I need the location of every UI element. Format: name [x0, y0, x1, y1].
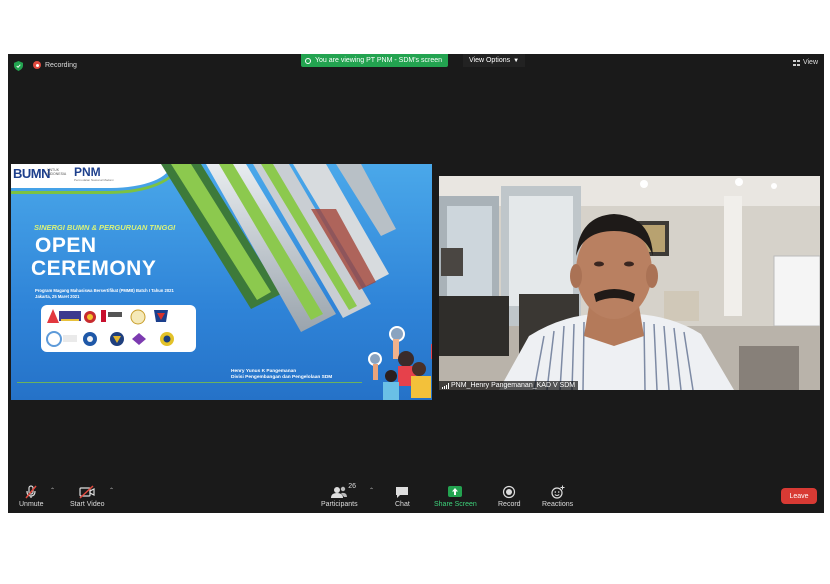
shared-screen-slide: BUMN UNTUK INDONESIA PNM Permodalan Nasi…	[11, 164, 432, 400]
record-dot-icon	[33, 61, 41, 69]
record-label: Record	[498, 501, 521, 508]
people-illustration	[368, 326, 432, 400]
unmute-button[interactable]: Unmute	[19, 485, 44, 508]
participant-name-label: PNM_Henry Pangemanan_KAD V SDM	[439, 381, 579, 390]
participant-person	[499, 214, 734, 390]
participant-video-tile[interactable]: PNM_Henry Pangemanan_KAD V SDM	[439, 176, 820, 390]
leave-label: Leave	[789, 492, 809, 500]
leave-button[interactable]: Leave	[781, 488, 817, 504]
meeting-toolbar: Unmute ⌃ Start Video ⌃ 26 Participants ⌃…	[8, 482, 824, 513]
muted-microphone-icon	[25, 485, 37, 499]
pnm-logo: PNM	[74, 165, 101, 179]
encryption-shield-icon[interactable]	[14, 61, 23, 71]
share-screen-label: Share Screen	[434, 501, 477, 508]
screen-share-icon	[305, 57, 311, 64]
participants-button[interactable]: 26 Participants	[321, 483, 358, 508]
recording-indicator[interactable]: Recording	[33, 61, 77, 69]
view-options-button[interactable]: View Options ▼	[463, 54, 526, 67]
zoom-meeting-window: Recording You are viewing PT PNM - SDM's…	[8, 54, 824, 513]
participants-label: Participants	[321, 501, 358, 508]
video-off-icon	[79, 485, 95, 499]
recording-label: Recording	[45, 61, 77, 69]
share-screen-button[interactable]: Share Screen	[434, 485, 477, 508]
participants-icon	[331, 486, 348, 498]
university-logos-panel	[41, 305, 196, 352]
reactions-button[interactable]: Reactions	[542, 485, 573, 508]
slide-title-line2: CEREMONY	[31, 257, 157, 280]
chat-icon	[396, 487, 409, 498]
chat-label: Chat	[395, 501, 410, 508]
record-button[interactable]: Record	[498, 485, 521, 508]
start-video-label: Start Video	[70, 501, 105, 508]
view-options-label: View Options	[469, 57, 511, 64]
pnm-logo-tagline: Permodalan Nasional Madani	[74, 178, 114, 182]
chat-button[interactable]: Chat	[395, 485, 410, 508]
presenter-name: Henry Yunus K Pangemanan	[231, 369, 297, 374]
bumn-logo: BUMN	[13, 166, 51, 181]
view-button[interactable]: View	[792, 59, 818, 66]
reactions-label: Reactions	[542, 501, 574, 508]
slide-subtitle: SINERGI BUMN & PERGURUAN TINGGI	[34, 223, 176, 232]
slide-divider-line	[17, 382, 362, 383]
viewing-screen-banner: You are viewing PT PNM - SDM's screen	[301, 54, 448, 67]
unmute-label: Unmute	[19, 501, 44, 508]
record-icon	[503, 485, 516, 499]
program-text: Program Magang Mahasiswa Bersertifikat (…	[35, 288, 174, 293]
participants-caret-icon[interactable]: ⌃	[369, 487, 374, 494]
reactions-icon	[550, 485, 565, 499]
chevron-down-icon: ▼	[513, 57, 520, 64]
university-logos	[46, 309, 174, 347]
start-video-button[interactable]: Start Video	[70, 485, 105, 508]
slide-title-line1: OPEN	[35, 234, 97, 257]
participants-count: 26	[348, 483, 357, 490]
place-date-text: Jakarta, 25 Maret 2021	[35, 294, 80, 299]
signal-strength-icon	[442, 382, 449, 389]
grid-view-icon	[792, 59, 800, 66]
video-options-caret-icon[interactable]: ⌃	[109, 487, 114, 494]
participant-name: PNM_Henry Pangemanan_KAD V SDM	[451, 382, 576, 389]
share-screen-icon	[448, 486, 463, 497]
presenter-division: Divisi Pengembangan dan Pengelolaan SDM	[231, 375, 333, 380]
view-label: View	[802, 59, 818, 66]
bumn-logo-tagline: UNTUK INDONESIA	[47, 168, 67, 176]
audio-options-caret-icon[interactable]: ⌃	[50, 487, 55, 494]
viewing-label: You are viewing PT PNM - SDM's screen	[315, 57, 442, 64]
